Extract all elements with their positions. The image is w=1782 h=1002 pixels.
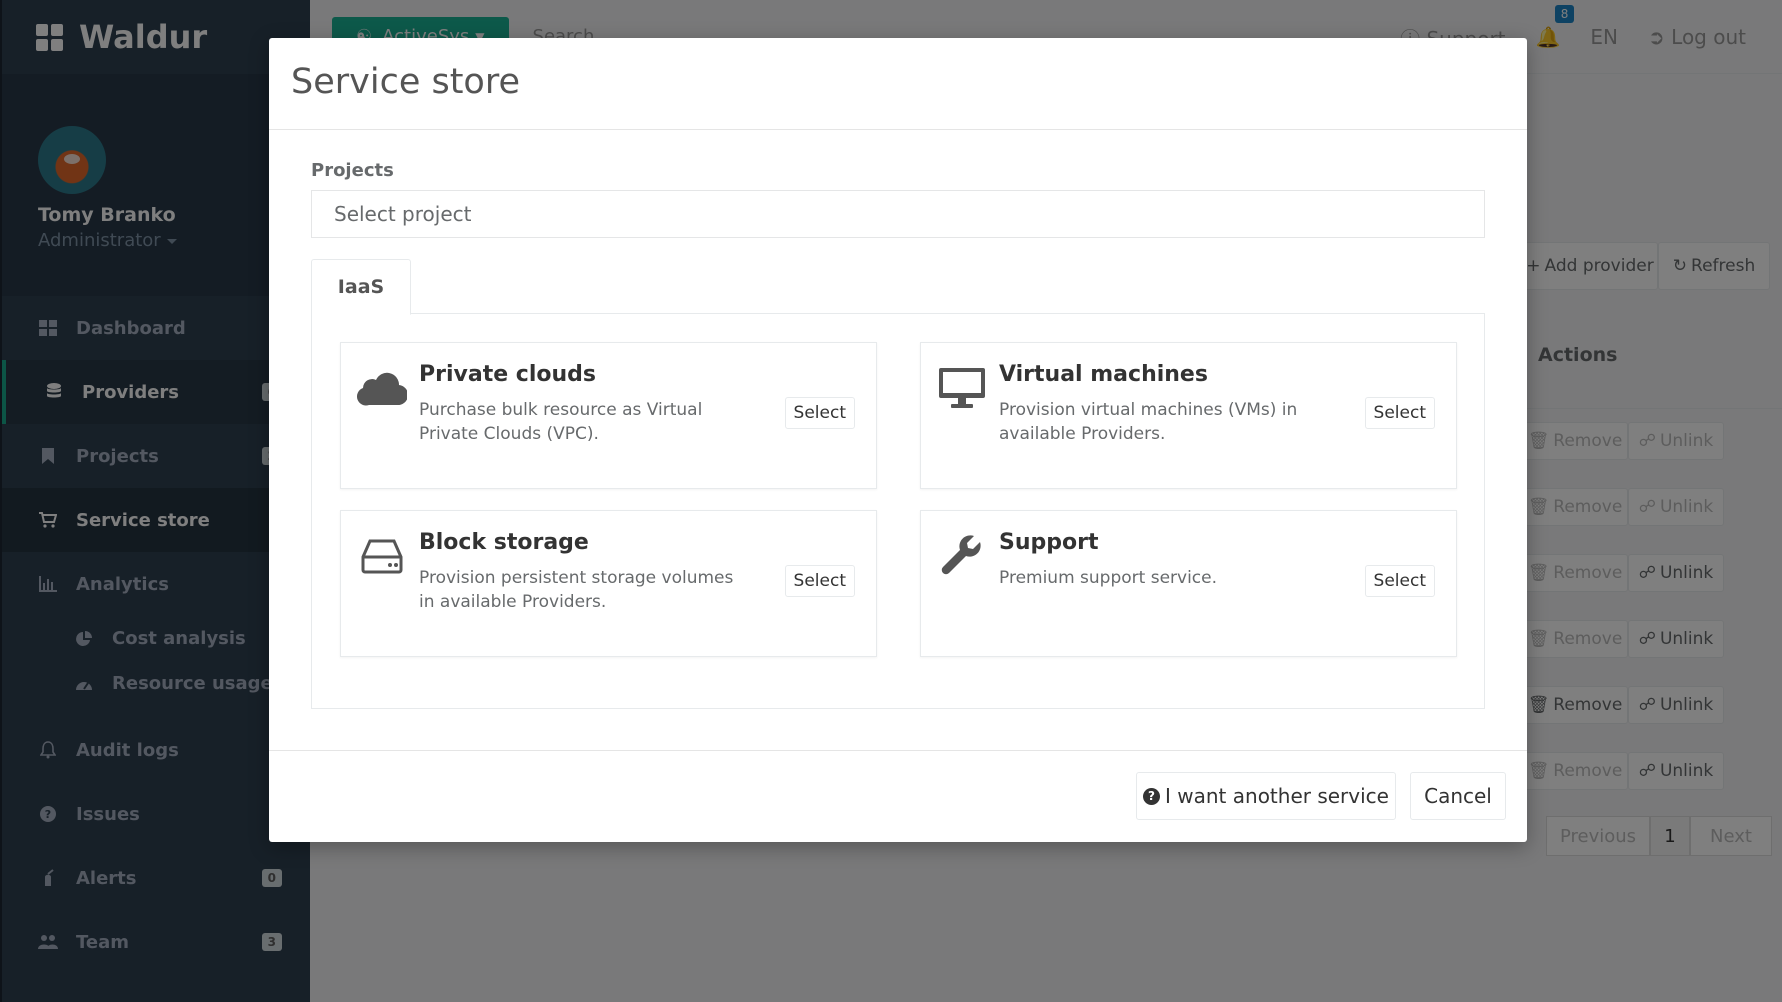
service-card-support: Support Premium support service. Select (920, 510, 1457, 657)
desktop-icon (937, 363, 987, 413)
select-button[interactable]: Select (784, 397, 855, 429)
cancel-button[interactable]: Cancel (1410, 772, 1506, 820)
question-circle-icon: ? (1143, 787, 1161, 805)
category-tabs: IaaS (311, 259, 1485, 315)
tab-iaas[interactable]: IaaS (311, 259, 411, 315)
project-select-placeholder: Select project (334, 202, 472, 226)
projects-label: Projects (311, 160, 394, 181)
service-card-description: Premium support service. (999, 568, 1218, 588)
modal-header: Service store (269, 38, 1527, 130)
hard-drive-icon (357, 531, 407, 581)
modal-title: Service store (291, 62, 521, 102)
another-service-button[interactable]: ? I want another service (1136, 772, 1396, 820)
service-card-title: Block storage (419, 530, 589, 555)
service-card-description: Provision virtual machines (VMs) in avai… (999, 400, 1298, 444)
wrench-icon (937, 531, 987, 581)
service-card-description: Purchase bulk resource as Virtual Privat… (419, 400, 703, 444)
service-card-virtual-machines: Virtual machines Provision virtual machi… (920, 342, 1457, 489)
service-store-modal: Service store Projects Select project Ia… (269, 38, 1527, 842)
modal-body: Projects Select project IaaS Private clo… (269, 130, 1527, 709)
service-card-private-clouds: Private clouds Purchase bulk resource as… (340, 342, 877, 489)
cloud-icon (357, 363, 407, 413)
select-button[interactable]: Select (1364, 397, 1435, 429)
select-button[interactable]: Select (784, 565, 855, 597)
another-service-label: I want another service (1165, 784, 1389, 808)
select-button[interactable]: Select (1364, 565, 1435, 597)
service-card-title: Virtual machines (999, 362, 1208, 387)
modal-footer: ? I want another service Cancel (269, 750, 1527, 842)
service-card-title: Support (999, 530, 1099, 555)
tab-panel-iaas: Private clouds Purchase bulk resource as… (311, 314, 1485, 709)
service-card-description: Provision persistent storage volumes in … (419, 568, 734, 612)
service-card-title: Private clouds (419, 362, 596, 387)
project-select[interactable]: Select project (311, 190, 1485, 238)
service-card-block-storage: Block storage Provision persistent stora… (340, 510, 877, 657)
